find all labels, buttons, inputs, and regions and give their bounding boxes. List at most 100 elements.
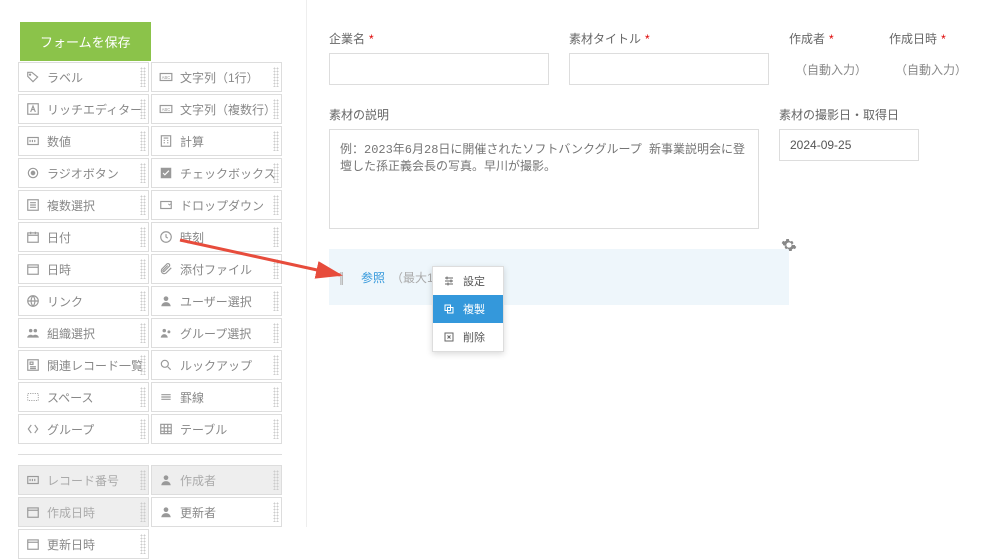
grip-icon [140, 99, 146, 119]
palette-item[interactable]: 作成日時 [18, 497, 149, 527]
form-canvas: 企業名* 素材タイトル* 作成者* （自動入力） 作成日時* （自動入力） 素材… [306, 0, 1000, 527]
palette-item[interactable]: チェックボックス [151, 158, 282, 188]
palette-item[interactable]: 複数選択 [18, 190, 149, 220]
palette-item[interactable]: レコード番号 [18, 465, 149, 495]
grip-icon [273, 67, 279, 87]
grip-icon [140, 291, 146, 311]
palette-item[interactable]: 計算 [151, 126, 282, 156]
palette-item[interactable]: ラジオボタン [18, 158, 149, 188]
attach-browse-link[interactable]: 参照 [361, 269, 385, 286]
palette-item-label: テーブル [180, 421, 227, 438]
creator-label: 作成者* [789, 30, 869, 47]
field-type-icon [158, 389, 174, 405]
company-input[interactable] [329, 53, 549, 85]
palette-item-label: 日時 [47, 261, 71, 278]
created-at-label: 作成日時* [889, 30, 978, 47]
palette-item[interactable]: ABC 文字列（1行） [151, 62, 282, 92]
field-type-icon [25, 357, 41, 373]
palette-item-label: 日付 [47, 229, 71, 246]
field-type-icon [25, 389, 41, 405]
field-type-icon [25, 536, 41, 552]
palette-item[interactable]: 日時 [18, 254, 149, 284]
svg-text:ABC: ABC [162, 75, 170, 80]
field-type-icon [158, 197, 174, 213]
field-type-icon: ABC [158, 69, 174, 85]
palette-item[interactable]: 作成者 [151, 465, 282, 495]
palette-item[interactable]: 組織選択 [18, 318, 149, 348]
save-form-button[interactable]: フォームを保存 [20, 22, 151, 61]
palette-item[interactable]: リンク [18, 286, 149, 316]
desc-textarea[interactable] [329, 129, 759, 229]
palette-item[interactable]: ラベル [18, 62, 149, 92]
grip-icon [273, 291, 279, 311]
field-type-icon [25, 101, 41, 117]
palette-item[interactable]: ドロップダウン [151, 190, 282, 220]
grip-icon [140, 419, 146, 439]
palette-item-label: 計算 [180, 133, 204, 150]
palette-item-label: 時刻 [180, 229, 204, 246]
grip-icon [140, 502, 146, 522]
palette-item[interactable]: ABC文字列（複数行） [151, 94, 282, 124]
grip-icon [273, 387, 279, 407]
palette-item[interactable]: 添付ファイル [151, 254, 282, 284]
grip-icon [140, 323, 146, 343]
palette-item[interactable]: 関連レコード一覧 [18, 350, 149, 380]
menu-label: 削除 [463, 329, 485, 345]
menu-item-settings[interactable]: 設定 [433, 267, 503, 295]
palette-item-label: ユーザー選択 [180, 293, 252, 310]
field-type-icon [158, 229, 174, 245]
drag-handle-icon[interactable]: || [339, 269, 342, 285]
grip-icon [273, 323, 279, 343]
palette-item[interactable]: スペース [18, 382, 149, 412]
palette-item-label: ラベル [47, 69, 83, 86]
palette-item-label: 組織選択 [47, 325, 95, 342]
menu-label: 設定 [463, 273, 485, 289]
palette-item[interactable]: ルックアップ [151, 350, 282, 380]
palette-item[interactable]: リッチエディター [18, 94, 149, 124]
shoot-date-input[interactable] [779, 129, 919, 161]
field-type-icon [158, 133, 174, 149]
palette-item[interactable]: 時刻 [151, 222, 282, 252]
desc-label: 素材の説明 [329, 106, 759, 123]
grip-icon [273, 195, 279, 215]
palette-item[interactable]: テーブル [151, 414, 282, 444]
attachment-field[interactable]: || 参照 （最大1 [329, 249, 789, 305]
sliders-icon [441, 273, 457, 289]
palette-item[interactable]: グループ選択 [151, 318, 282, 348]
menu-item-delete[interactable]: 削除 [433, 323, 503, 351]
grip-icon [140, 259, 146, 279]
palette-item-label: レコード番号 [47, 472, 119, 489]
gear-icon[interactable] [781, 237, 797, 258]
creator-auto-value: （自動入力） [789, 53, 869, 86]
palette-item[interactable]: 数値 [18, 126, 149, 156]
grip-icon [273, 227, 279, 247]
palette-item-label: ルックアップ [180, 357, 252, 374]
grip-icon [140, 67, 146, 87]
field-type-icon [25, 229, 41, 245]
palette-item[interactable]: 罫線 [151, 382, 282, 412]
menu-item-duplicate[interactable]: 複製 [433, 295, 503, 323]
grip-icon [140, 227, 146, 247]
palette-item[interactable]: グループ [18, 414, 149, 444]
grip-icon [273, 131, 279, 151]
field-palette: ラベル ABC 文字列（1行） リッチエディターABC文字列（複数行） 数値 計算ラジオボ… [18, 62, 284, 559]
grip-icon [140, 387, 146, 407]
palette-item-label: 文字列（1行） [180, 69, 259, 86]
palette-item-label: 罫線 [180, 389, 204, 406]
grip-icon [140, 163, 146, 183]
palette-item[interactable]: 日付 [18, 222, 149, 252]
grip-icon [273, 502, 279, 522]
palette-item-label: 数値 [47, 133, 71, 150]
palette-item[interactable]: 更新者 [151, 497, 282, 527]
title-input[interactable] [569, 53, 769, 85]
field-type-icon [25, 197, 41, 213]
field-type-icon [158, 261, 174, 277]
field-type-icon [25, 472, 41, 488]
palette-item[interactable]: 更新日時 [18, 529, 149, 559]
field-type-icon [158, 325, 174, 341]
field-type-icon [158, 293, 174, 309]
palette-item-label: 文字列（複数行） [180, 101, 276, 118]
palette-item[interactable]: ユーザー選択 [151, 286, 282, 316]
copy-icon [441, 301, 457, 317]
palette-item-label: ドロップダウン [180, 197, 264, 214]
